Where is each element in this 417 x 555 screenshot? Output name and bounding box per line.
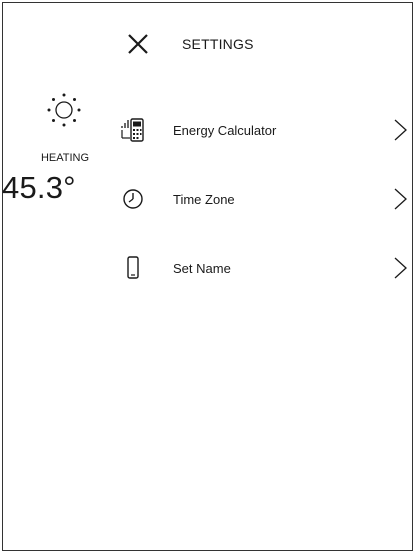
menu-item-energy-calculator[interactable]: Energy Calculator: [112, 108, 412, 152]
page-title: SETTINGS: [182, 36, 254, 52]
chevron-right-icon: [391, 187, 409, 211]
temperature-readout: 45.3°: [2, 170, 76, 205]
device-icon: [120, 254, 146, 282]
clock-icon: [120, 185, 146, 213]
chevron-right-icon: [391, 118, 409, 142]
calculator-phone-icon: [120, 116, 146, 144]
menu-item-label: Time Zone: [173, 192, 235, 207]
mode-label: HEATING: [40, 152, 90, 164]
menu-item-label: Energy Calculator: [173, 123, 277, 138]
menu-item-label: Set Name: [173, 261, 231, 276]
close-button[interactable]: [124, 30, 152, 58]
sun-icon: [43, 89, 85, 131]
menu-item-set-name[interactable]: Set Name: [112, 246, 412, 290]
menu-item-time-zone[interactable]: Time Zone: [112, 177, 412, 221]
close-icon[interactable]: [124, 30, 152, 58]
chevron-right-icon: [391, 256, 409, 280]
